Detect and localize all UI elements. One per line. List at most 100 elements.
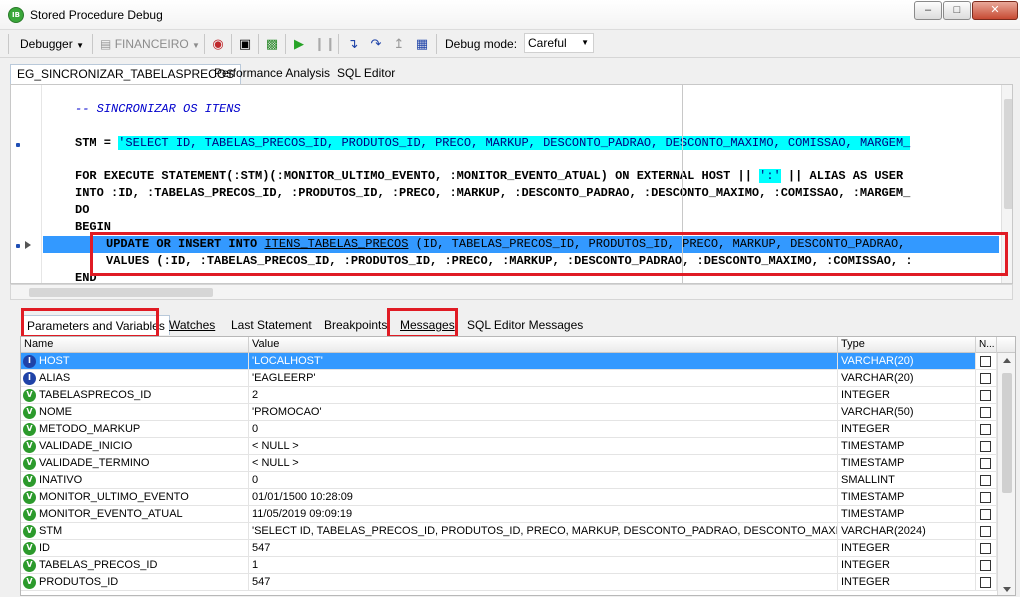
tab-watches[interactable]: Watches: [169, 315, 215, 335]
cell-null: [976, 523, 997, 540]
pause-icon[interactable]: ❙❙: [314, 35, 336, 53]
table-row[interactable]: V PRODUTOS_ID 547 INTEGER: [21, 574, 997, 591]
null-checkbox[interactable]: [980, 526, 991, 537]
cell-value[interactable]: 'SELECT ID, TABELAS_PRECOS_ID, PRODUTOS_…: [249, 523, 838, 540]
editor-tab-bar: EG_SINCRONIZAR_TABELASPRECOS Performance…: [0, 60, 1020, 84]
cell-value[interactable]: 'PROMOCAO': [249, 404, 838, 421]
cell-type: TIMESTAMP: [838, 438, 976, 455]
step-over-icon[interactable]: ↷: [367, 35, 385, 53]
cell-value[interactable]: 1: [249, 557, 838, 574]
code-line: FOR EXECUTE STATEMENT(:STM)(:MONITOR_ULT…: [11, 168, 999, 185]
grid-vertical-scrollbar[interactable]: [997, 353, 1015, 595]
table-row[interactable]: V MONITOR_EVENTO_ATUAL 11/05/2019 09:09:19…: [21, 506, 997, 523]
variable-name: TABELASPRECOS_ID: [39, 389, 152, 401]
scroll-down-icon[interactable]: [1003, 587, 1011, 592]
variables-grid[interactable]: Name Value Type N... I HOST 'LOCALHOST' VAR…: [20, 336, 1016, 596]
run-to-cursor-icon[interactable]: ▩: [263, 35, 281, 53]
null-checkbox[interactable]: [980, 492, 991, 503]
scroll-up-icon[interactable]: [1003, 358, 1011, 363]
null-checkbox[interactable]: [980, 577, 991, 588]
null-checkbox[interactable]: [980, 475, 991, 486]
null-checkbox[interactable]: [980, 543, 991, 554]
cell-value[interactable]: 11/05/2019 09:09:19: [249, 506, 838, 523]
reset-icon[interactable]: ▣: [236, 35, 254, 53]
column-header-null[interactable]: N...: [976, 337, 997, 353]
table-row[interactable]: I HOST 'LOCALHOST' VARCHAR(20): [21, 353, 997, 370]
null-checkbox[interactable]: [980, 390, 991, 401]
cell-value[interactable]: 2: [249, 387, 838, 404]
table-row[interactable]: V TABELAS_PRECOS_ID 1 INTEGER: [21, 557, 997, 574]
table-row[interactable]: V INATIVO 0 SMALLINT: [21, 472, 997, 489]
null-checkbox[interactable]: [980, 424, 991, 435]
title-bar: IB Stored Procedure Debug – □ ✕: [0, 0, 1020, 30]
variable-name: METODO_MARKUP: [39, 423, 141, 435]
table-row[interactable]: V METODO_MARKUP 0 INTEGER: [21, 421, 997, 438]
maximize-button[interactable]: □: [943, 1, 971, 20]
cell-value[interactable]: 'LOCALHOST': [249, 353, 838, 370]
table-row[interactable]: V MONITOR_ULTIMO_EVENTO 01/01/1500 10:28:0…: [21, 489, 997, 506]
table-row[interactable]: V VALIDADE_INICIO < NULL > TIMESTAMP: [21, 438, 997, 455]
cell-name: V MONITOR_ULTIMO_EVENTO: [21, 489, 249, 506]
cell-value[interactable]: 0: [249, 472, 838, 489]
table-row[interactable]: V STM 'SELECT ID, TABELAS_PRECOS_ID, PRODU…: [21, 523, 997, 540]
chevron-down-icon: ▼: [581, 38, 589, 47]
cell-value[interactable]: 'EAGLEERP': [249, 370, 838, 387]
toolbar-separator: [92, 34, 93, 54]
close-button[interactable]: ✕: [972, 1, 1018, 20]
variable-name: MONITOR_ULTIMO_EVENTO: [39, 491, 189, 503]
run-icon[interactable]: ▶: [290, 35, 308, 53]
evaluate-icon[interactable]: ▦: [413, 35, 431, 53]
null-checkbox[interactable]: [980, 441, 991, 452]
column-header-name[interactable]: Name: [21, 337, 249, 353]
code-line: STM = 'SELECT ID, TABELAS_PRECOS_ID, PRO…: [11, 135, 999, 152]
null-checkbox[interactable]: [980, 509, 991, 520]
toolbar-separator: [231, 34, 232, 54]
tab-sql-editor[interactable]: SQL Editor: [331, 64, 401, 84]
null-checkbox[interactable]: [980, 356, 991, 367]
debug-mode-select[interactable]: Careful ▼: [524, 33, 594, 53]
table-row[interactable]: V TABELASPRECOS_ID 2 INTEGER: [21, 387, 997, 404]
tab-sql-editor-messages[interactable]: SQL Editor Messages: [467, 315, 583, 335]
table-row[interactable]: V ID 547 INTEGER: [21, 540, 997, 557]
variable-icon: V: [23, 491, 36, 504]
table-row[interactable]: I ALIAS 'EAGLEERP' VARCHAR(20): [21, 370, 997, 387]
variable-name: NOME: [39, 406, 72, 418]
cell-value[interactable]: 547: [249, 540, 838, 557]
null-checkbox[interactable]: [980, 560, 991, 571]
table-row[interactable]: V NOME 'PROMOCAO' VARCHAR(50): [21, 404, 997, 421]
variable-icon: V: [23, 508, 36, 521]
minimize-button[interactable]: –: [914, 1, 942, 20]
grid-scroll-thumb[interactable]: [1002, 373, 1012, 493]
null-checkbox[interactable]: [980, 458, 991, 469]
null-checkbox[interactable]: [980, 407, 991, 418]
app-icon: IB: [8, 7, 24, 23]
editor-horizontal-scrollbar[interactable]: [10, 284, 1013, 300]
tab-breakpoints[interactable]: Breakpoints: [324, 315, 387, 335]
cell-type: INTEGER: [838, 557, 976, 574]
cell-value[interactable]: < NULL >: [249, 438, 838, 455]
cell-value[interactable]: 0: [249, 421, 838, 438]
database-menu-button[interactable]: ▤ FINANCEIRO ▼: [100, 35, 200, 53]
cell-null: [976, 574, 997, 591]
step-out-icon[interactable]: ↥: [390, 35, 408, 53]
column-header-value[interactable]: Value: [249, 337, 838, 353]
variable-name: VALIDADE_TERMINO: [39, 457, 150, 469]
toggle-breakpoint-icon[interactable]: ◉: [209, 35, 227, 53]
column-header-type[interactable]: Type: [838, 337, 976, 353]
null-checkbox[interactable]: [980, 373, 991, 384]
step-into-icon[interactable]: ↴: [344, 35, 362, 53]
table-row[interactable]: V VALIDADE_TERMINO < NULL > TIMESTAMP: [21, 455, 997, 472]
cell-type: VARCHAR(2024): [838, 523, 976, 540]
cell-value[interactable]: 01/01/1500 10:28:09: [249, 489, 838, 506]
code-string: 'SELECT ID, TABELAS_PRECOS_ID, PRODUTOS_…: [118, 136, 911, 150]
tab-performance-analysis[interactable]: Performance Analysis: [208, 64, 336, 84]
editor-vertical-scroll-thumb[interactable]: [1004, 99, 1012, 209]
tab-procedure[interactable]: EG_SINCRONIZAR_TABELASPRECOS: [10, 64, 242, 84]
debugger-menu-button[interactable]: Debugger ▼: [20, 35, 84, 53]
editor-horizontal-scroll-thumb[interactable]: [29, 288, 213, 297]
cell-value[interactable]: < NULL >: [249, 455, 838, 472]
cell-value[interactable]: 547: [249, 574, 838, 591]
variable-icon: V: [23, 559, 36, 572]
cell-null: [976, 540, 997, 557]
tab-last-statement[interactable]: Last Statement: [231, 315, 312, 335]
